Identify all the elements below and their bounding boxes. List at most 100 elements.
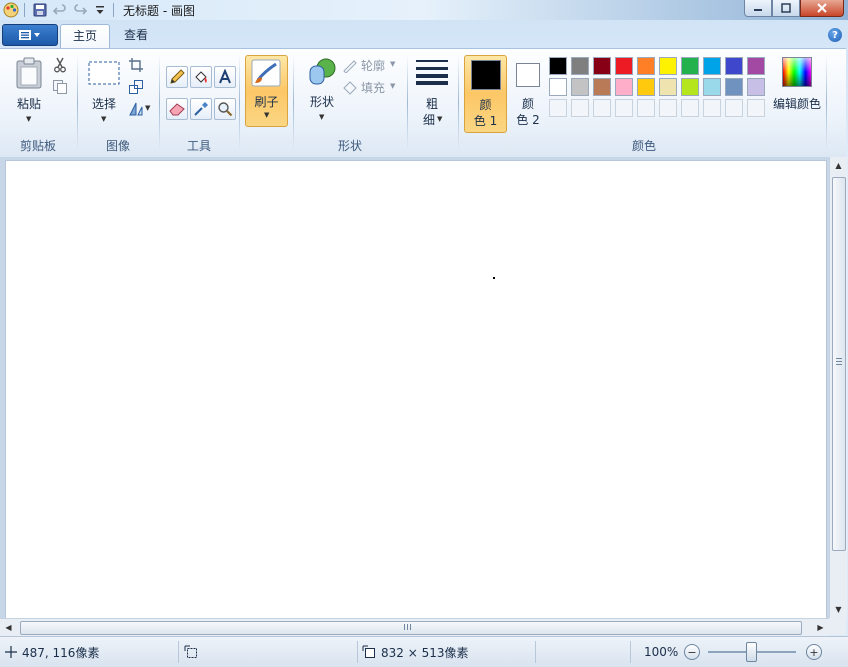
color-swatch[interactable] <box>637 57 655 75</box>
custom-color-slot[interactable] <box>549 99 567 117</box>
scroll-up-icon[interactable]: ▲ <box>830 157 847 174</box>
color-swatch[interactable] <box>725 78 743 96</box>
copy-icon[interactable] <box>52 79 68 95</box>
horizontal-scrollbar[interactable]: ◀ ▶ <box>0 618 829 636</box>
select-rectangle-icon <box>88 61 120 85</box>
pencil-tool[interactable] <box>166 66 188 88</box>
size-label-line1: 粗 <box>425 97 438 111</box>
size-button[interactable]: 粗 细 ▼ <box>412 55 452 131</box>
crop-icon[interactable] <box>128 57 144 73</box>
outline-button[interactable]: 轮廓 ▼ <box>342 57 402 74</box>
color-swatch[interactable] <box>615 78 633 96</box>
zoom-in-button[interactable]: + <box>806 644 822 660</box>
paste-button[interactable]: 粘贴 ▼ <box>8 55 50 127</box>
paint-app-icon[interactable] <box>2 1 20 19</box>
color-swatch[interactable] <box>681 57 699 75</box>
color-swatch[interactable] <box>659 78 677 96</box>
tab-view[interactable]: 查看 <box>112 24 160 47</box>
tab-home[interactable]: 主页 <box>60 24 111 48</box>
color-swatch[interactable] <box>703 57 721 75</box>
custom-color-slot[interactable] <box>681 99 699 117</box>
custom-color-slot[interactable] <box>615 99 633 117</box>
custom-color-slot[interactable] <box>593 99 611 117</box>
fill-label: 填充 <box>361 81 386 95</box>
cursor-position-icon <box>5 646 17 658</box>
status-divider <box>535 641 536 663</box>
minimize-button[interactable] <box>744 0 772 17</box>
pencil-icon <box>170 69 185 84</box>
custom-color-slot[interactable] <box>659 99 677 117</box>
color-swatch[interactable] <box>549 57 567 75</box>
selection-size-icon <box>184 645 197 658</box>
window-controls <box>744 0 844 17</box>
color-swatch[interactable] <box>703 78 721 96</box>
color-swatch[interactable] <box>549 78 567 96</box>
color-swatch[interactable] <box>747 78 765 96</box>
cut-icon[interactable] <box>52 57 68 73</box>
application-menu-button[interactable] <box>2 24 58 46</box>
scroll-down-icon[interactable]: ▼ <box>830 601 847 618</box>
rotate-icon <box>129 102 143 116</box>
custom-color-slot[interactable] <box>747 99 765 117</box>
customize-qat-dropdown-icon[interactable] <box>91 1 109 19</box>
shapes-button[interactable]: 形状 ▼ <box>300 55 344 127</box>
color-swatch[interactable] <box>593 78 611 96</box>
select-button[interactable]: 选择 ▼ <box>84 57 124 129</box>
resize-icon[interactable] <box>128 79 144 95</box>
color-swatch[interactable] <box>725 57 743 75</box>
fill-dropdown-icon: ▼ <box>390 82 396 90</box>
scroll-right-icon[interactable]: ▶ <box>812 619 829 636</box>
close-button[interactable] <box>800 0 844 17</box>
fill-button[interactable]: 填充 ▼ <box>342 79 402 95</box>
color-swatch[interactable] <box>637 78 655 96</box>
zoom-slider-thumb[interactable] <box>746 642 757 662</box>
color-swatch[interactable] <box>571 78 589 96</box>
zoom-out-button[interactable]: − <box>684 644 700 660</box>
colors-group: 颜 色 1 颜 色 2 编辑颜色 颜色 <box>459 49 829 157</box>
vertical-scroll-thumb[interactable] <box>832 177 846 551</box>
maximize-button[interactable] <box>772 0 800 17</box>
brushes-button[interactable]: 刷子 ▼ <box>245 55 288 127</box>
cursor-position-text: 487, 116像素 <box>22 645 100 660</box>
color1-button[interactable]: 颜 色 1 <box>464 55 507 133</box>
color-swatch[interactable] <box>615 57 633 75</box>
edit-colors-button[interactable]: 编辑颜色 <box>769 57 829 117</box>
size-dropdown-icon: ▼ <box>437 115 443 123</box>
custom-color-slot[interactable] <box>637 99 655 117</box>
custom-color-slot[interactable] <box>571 99 589 117</box>
save-icon[interactable] <box>31 1 49 19</box>
color2-button[interactable]: 颜 色 2 <box>508 55 548 131</box>
brush-icon <box>251 59 281 87</box>
help-icon[interactable]: ? <box>828 28 842 42</box>
image-group: 选择 ▼ ▼ 图像 <box>78 49 158 157</box>
canvas-size-text: 832 × 513像素 <box>381 645 469 660</box>
color-swatch[interactable] <box>681 78 699 96</box>
status-divider <box>178 641 179 663</box>
rotate-button[interactable]: ▼ <box>128 101 154 117</box>
color-swatch[interactable] <box>747 57 765 75</box>
fill-bucket-tool[interactable] <box>190 66 212 88</box>
color-swatch[interactable] <box>571 57 589 75</box>
fill-bucket-icon <box>195 71 207 83</box>
redo-icon[interactable] <box>71 1 89 19</box>
color-swatch[interactable] <box>659 57 677 75</box>
drawing-canvas[interactable] <box>6 161 826 619</box>
clipboard-group-label: 剪贴板 <box>19 139 56 153</box>
scroll-left-icon[interactable]: ◀ <box>0 619 17 636</box>
shapes-label: 形状 <box>309 95 334 109</box>
cursor-marker <box>493 277 495 279</box>
status-divider <box>357 641 358 663</box>
eyedropper-icon <box>194 102 208 116</box>
text-tool[interactable] <box>214 66 236 88</box>
color-picker-tool[interactable] <box>190 98 212 120</box>
custom-color-slot[interactable] <box>703 99 721 117</box>
magnifier-tool[interactable] <box>214 98 236 120</box>
brushes-dropdown-icon: ▼ <box>264 111 270 119</box>
eraser-icon <box>169 103 185 116</box>
color-swatch[interactable] <box>593 57 611 75</box>
custom-color-slot[interactable] <box>725 99 743 117</box>
horizontal-scroll-thumb[interactable] <box>20 621 802 635</box>
vertical-scrollbar[interactable]: ▲ ▼ <box>829 157 847 618</box>
eraser-tool[interactable] <box>166 98 188 120</box>
undo-icon[interactable] <box>51 1 69 19</box>
